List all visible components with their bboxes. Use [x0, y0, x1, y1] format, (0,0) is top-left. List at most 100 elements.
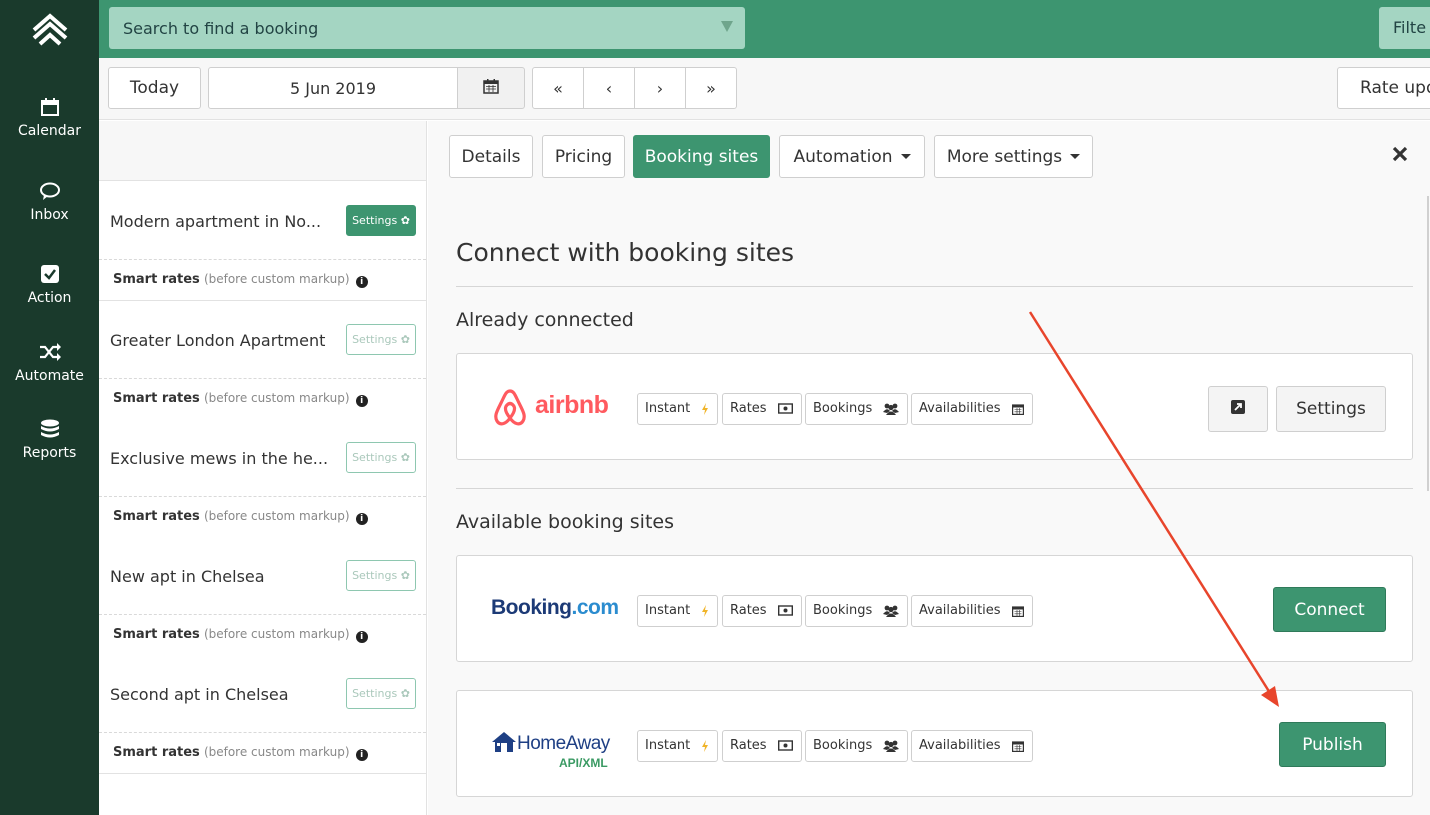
- airbnb-settings-button[interactable]: Settings: [1276, 386, 1386, 432]
- chip-label: Instant: [645, 738, 691, 753]
- availabilities-chip: Availabilities: [911, 730, 1033, 762]
- listing-settings-button[interactable]: Settings ✿: [346, 324, 416, 355]
- chip-label: Rates: [730, 738, 767, 753]
- info-icon[interactable]: i: [355, 749, 368, 761]
- lightning-icon: [702, 605, 708, 617]
- scrollbar[interactable]: [1427, 196, 1429, 491]
- connected-heading: Already connected: [456, 309, 634, 331]
- publish-button[interactable]: Publish: [1279, 722, 1386, 767]
- listing-row[interactable]: Greater London Apartment Settings ✿: [99, 301, 426, 379]
- search-input[interactable]: [109, 7, 709, 49]
- smart-rates-label: Smart rates: [113, 509, 200, 524]
- smart-rates-row: Smart rates (before custom markup) i: [99, 260, 426, 301]
- listing-settings-button[interactable]: Settings ✿: [346, 442, 416, 473]
- users-icon: [883, 740, 899, 752]
- date-input[interactable]: [208, 67, 458, 109]
- listing-row[interactable]: Modern apartment in No... Settings ✿: [99, 182, 426, 260]
- homeaway-api-label: API/XML: [559, 756, 608, 770]
- listing-settings-button[interactable]: Settings ✿: [346, 678, 416, 709]
- info-icon[interactable]: i: [355, 631, 368, 643]
- lightning-icon: [702, 740, 708, 752]
- chip-label: Bookings: [813, 603, 873, 618]
- tab-label: Automation: [793, 146, 893, 167]
- instant-chip: Instant: [637, 730, 718, 762]
- dropdown-caret-icon[interactable]: [721, 21, 733, 32]
- chip-label: Rates: [730, 401, 767, 416]
- filter-button[interactable]: Filte: [1379, 7, 1430, 49]
- rate-update-button[interactable]: Rate upd: [1337, 67, 1430, 109]
- smart-rates-note: (before custom markup): [203, 391, 350, 405]
- tab-more-settings[interactable]: More settings: [934, 135, 1093, 178]
- info-icon[interactable]: i: [355, 395, 368, 407]
- homeaway-logo: HomeAway API/XML: [491, 731, 621, 773]
- availabilities-chip: Availabilities: [911, 595, 1033, 627]
- listing-column-header: [99, 121, 426, 181]
- smart-rates-label: Smart rates: [113, 745, 200, 760]
- listing-name[interactable]: Modern apartment in No...: [110, 212, 321, 231]
- nav-item-automate[interactable]: Automate: [0, 342, 99, 384]
- info-icon[interactable]: i: [355, 276, 368, 288]
- calendar-icon: [1012, 404, 1024, 415]
- listing-name[interactable]: New apt in Chelsea: [110, 567, 265, 586]
- smart-rates-row: Smart rates (before custom markup) i: [99, 733, 426, 774]
- first-period-button[interactable]: «: [533, 68, 584, 108]
- money-icon: [778, 740, 793, 751]
- homeaway-house-icon: [492, 732, 516, 752]
- nav-item-inbox[interactable]: Inbox: [0, 181, 99, 223]
- nav-label: Action: [27, 290, 72, 306]
- listing-name[interactable]: Second apt in Chelsea: [110, 685, 289, 704]
- listing-settings-button[interactable]: Settings ✿: [346, 560, 416, 591]
- smart-rates-row: Smart rates (before custom markup) i: [99, 615, 426, 656]
- chip-label: Instant: [645, 401, 691, 416]
- listing-name[interactable]: Greater London Apartment: [110, 331, 325, 350]
- calendar-icon: [0, 97, 99, 123]
- tab-details[interactable]: Details: [449, 135, 533, 178]
- next-period-button[interactable]: ›: [635, 68, 686, 108]
- money-icon: [778, 605, 793, 616]
- smart-rates-label: Smart rates: [113, 391, 200, 406]
- smart-rates-row: Smart rates (before custom markup) i: [99, 379, 426, 420]
- tab-label: More settings: [946, 146, 1063, 167]
- search-box[interactable]: [109, 7, 745, 49]
- calendar-picker-button[interactable]: [457, 67, 525, 109]
- caret-down-icon: [900, 154, 911, 159]
- users-icon: [883, 403, 899, 415]
- nav-label: Automate: [15, 368, 84, 384]
- top-bar: Filte: [99, 0, 1430, 58]
- listing-row[interactable]: New apt in Chelsea Settings ✿: [99, 537, 426, 615]
- check-square-icon: [0, 264, 99, 290]
- prev-period-button[interactable]: ‹: [584, 68, 635, 108]
- chip-label: Instant: [645, 603, 691, 618]
- page-title: Connect with booking sites: [456, 238, 795, 267]
- listing-row[interactable]: Exclusive mews in the he... Settings ✿: [99, 419, 426, 497]
- money-icon: [778, 403, 793, 414]
- listing-name[interactable]: Exclusive mews in the he...: [110, 449, 328, 468]
- bookings-chip: Bookings: [805, 393, 908, 425]
- homeaway-logo-text: HomeAway: [517, 733, 610, 754]
- smart-rates-note: (before custom markup): [203, 272, 350, 286]
- tab-booking-sites[interactable]: Booking sites: [633, 135, 770, 178]
- app-logo-icon[interactable]: [30, 12, 70, 48]
- availabilities-chip: Availabilities: [911, 393, 1033, 425]
- info-icon[interactable]: i: [355, 513, 368, 525]
- nav-label: Calendar: [18, 123, 81, 139]
- rates-chip: Rates: [722, 393, 802, 425]
- nav-item-reports[interactable]: Reports: [0, 419, 99, 461]
- date-toolbar: Today « ‹ › » Rate upd: [99, 58, 1430, 120]
- last-period-button[interactable]: »: [686, 68, 736, 108]
- open-external-button[interactable]: [1208, 386, 1268, 432]
- nav-item-calendar[interactable]: Calendar: [0, 97, 99, 139]
- listing-settings-button[interactable]: Settings ✿: [346, 205, 416, 236]
- tab-pricing[interactable]: Pricing: [542, 135, 625, 178]
- smart-rates-note: (before custom markup): [203, 745, 350, 759]
- smart-rates-note: (before custom markup): [203, 627, 350, 641]
- today-button[interactable]: Today: [108, 67, 201, 109]
- tab-automation[interactable]: Automation: [779, 135, 925, 178]
- listing-row[interactable]: Second apt in Chelsea Settings ✿: [99, 655, 426, 733]
- nav-label: Reports: [22, 445, 77, 461]
- close-icon[interactable]: [1391, 145, 1409, 163]
- nav-item-action[interactable]: Action: [0, 264, 99, 306]
- smart-rates-label: Smart rates: [113, 272, 200, 287]
- external-link-icon: [1231, 400, 1245, 414]
- connect-button[interactable]: Connect: [1273, 587, 1386, 632]
